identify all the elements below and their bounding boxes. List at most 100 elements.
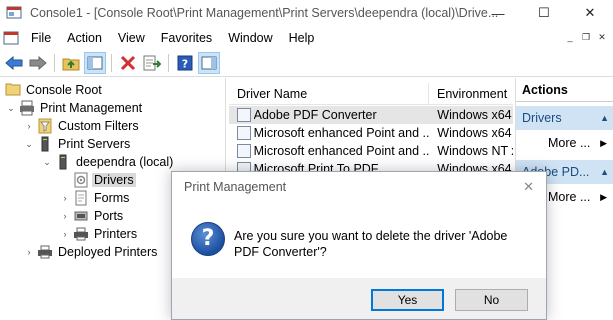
actions-group-drivers[interactable]: Drivers ▲ bbox=[516, 106, 613, 130]
yes-button[interactable]: Yes bbox=[371, 289, 444, 311]
server-icon bbox=[55, 154, 71, 170]
environment-cell: Windows x64 bbox=[437, 108, 512, 122]
tree-node-label: Print Management bbox=[40, 101, 143, 115]
ports-icon bbox=[73, 208, 89, 224]
chevron-right-icon[interactable]: › bbox=[60, 229, 70, 239]
toolbar-separator bbox=[54, 54, 55, 72]
mmc-document-icon[interactable] bbox=[3, 31, 19, 45]
column-header-environment[interactable]: Environment bbox=[429, 83, 513, 104]
tree-node-printers[interactable]: › Printers bbox=[60, 225, 139, 243]
toolbar-separator bbox=[111, 54, 112, 72]
mdi-controls: _ ❐ ✕ bbox=[563, 30, 609, 44]
menu-action[interactable]: Action bbox=[59, 26, 110, 50]
table-row[interactable]: Adobe PDF Converter Windows x64 bbox=[229, 106, 513, 124]
printer-icon bbox=[73, 226, 89, 242]
tree-node-label: Deployed Printers bbox=[58, 245, 158, 259]
dialog-message: Are you sure you want to delete the driv… bbox=[234, 229, 508, 259]
tree-node-forms[interactable]: › Forms bbox=[60, 189, 131, 207]
delete-icon[interactable] bbox=[117, 52, 139, 74]
tree-node-drivers[interactable]: Drivers bbox=[70, 171, 136, 189]
tree-node-label: Forms bbox=[94, 191, 130, 205]
menu-help[interactable]: Help bbox=[281, 26, 323, 50]
delete-driver-dialog: Print Management ✕ ? Are you sure you wa… bbox=[171, 171, 547, 320]
forward-arrow-icon[interactable] bbox=[27, 52, 49, 74]
question-icon: ? bbox=[191, 222, 225, 256]
tree-node-print-management[interactable]: ⌄ Print Management bbox=[6, 99, 144, 117]
help-icon[interactable]: ? bbox=[174, 52, 196, 74]
environment-cell: Windows x64 bbox=[437, 126, 512, 140]
action-more-drivers[interactable]: More ... ▶ bbox=[516, 130, 613, 156]
tree-node-ports[interactable]: › Ports bbox=[60, 207, 125, 225]
dialog-footer: Yes No bbox=[172, 278, 546, 319]
back-arrow-icon[interactable] bbox=[3, 52, 25, 74]
tree-node-label: deependra (local) bbox=[76, 155, 174, 169]
mdi-minimize-button[interactable]: _ bbox=[563, 30, 577, 44]
dialog-title-bar: Print Management ✕ bbox=[172, 172, 546, 202]
action-label: More ... bbox=[548, 136, 591, 150]
tree-node-custom-filters[interactable]: › Custom Filters bbox=[24, 117, 141, 135]
mdi-close-button[interactable]: ✕ bbox=[595, 30, 609, 44]
tree-node-label: Drivers bbox=[92, 173, 136, 187]
chevron-right-icon[interactable]: › bbox=[60, 193, 70, 203]
show-hide-action-pane-icon[interactable] bbox=[198, 52, 220, 74]
tree-node-deependra-local[interactable]: ⌄ deependra (local) bbox=[42, 153, 175, 171]
dialog-close-button[interactable]: ✕ bbox=[523, 172, 534, 202]
driver-icon bbox=[237, 108, 251, 122]
title-bar: Console1 - [Console Root\Print Managemen… bbox=[0, 0, 613, 26]
column-header-driver-name[interactable]: Driver Name bbox=[229, 83, 429, 104]
actions-title: Actions bbox=[516, 78, 613, 102]
driver-name-cell: Adobe PDF Converter bbox=[253, 108, 377, 122]
actions-group-label: Drivers bbox=[522, 111, 562, 125]
menu-window[interactable]: Window bbox=[220, 26, 280, 50]
menu-view[interactable]: View bbox=[110, 26, 153, 50]
server-icon bbox=[37, 136, 53, 152]
export-list-icon[interactable] bbox=[141, 52, 163, 74]
driver-icon bbox=[237, 144, 251, 158]
toolbar: ? bbox=[0, 50, 613, 77]
tree-node-print-servers[interactable]: ⌄ Print Servers bbox=[24, 135, 132, 153]
driver-icon bbox=[237, 126, 251, 140]
dialog-body: ? Are you sure you want to delete the dr… bbox=[172, 202, 546, 279]
menu-bar: File Action View Favorites Window Help _… bbox=[0, 26, 613, 50]
tree-node-label: Ports bbox=[94, 209, 124, 223]
chevron-down-icon[interactable]: ⌄ bbox=[24, 139, 34, 150]
filter-icon bbox=[37, 118, 53, 134]
maximize-button[interactable]: ☐ bbox=[521, 0, 567, 26]
list-header: Driver Name Environment bbox=[229, 83, 513, 105]
chevron-down-icon[interactable]: ⌄ bbox=[6, 103, 16, 114]
table-row[interactable]: Microsoft enhanced Point and ... Windows… bbox=[229, 142, 513, 160]
tree-node-deployed-printers[interactable]: › Deployed Printers bbox=[24, 243, 159, 261]
show-hide-tree-icon[interactable] bbox=[84, 52, 106, 74]
chevron-down-icon[interactable]: ⌄ bbox=[42, 157, 52, 168]
environment-cell: Windows NT x86 bbox=[437, 144, 513, 158]
forms-icon bbox=[73, 190, 89, 206]
tree-node-label: Printers bbox=[94, 227, 138, 241]
dialog-title: Print Management bbox=[184, 180, 287, 194]
chevron-right-icon[interactable]: › bbox=[60, 211, 70, 221]
chevron-right-icon[interactable]: › bbox=[24, 247, 34, 257]
chevron-right-icon[interactable]: › bbox=[24, 121, 34, 131]
tree-node-console-root[interactable]: Console Root bbox=[2, 81, 104, 99]
action-label: More ... bbox=[548, 190, 591, 204]
collapse-up-icon[interactable]: ▲ bbox=[600, 106, 609, 130]
mdi-restore-button[interactable]: ❐ bbox=[579, 30, 593, 44]
collapse-up-icon[interactable]: ▲ bbox=[600, 160, 609, 184]
no-button[interactable]: No bbox=[455, 289, 528, 311]
minimize-button[interactable]: — bbox=[475, 0, 521, 26]
window-title: Console1 - [Console Root\Print Managemen… bbox=[30, 6, 499, 20]
toolbar-separator bbox=[168, 54, 169, 72]
menu-favorites[interactable]: Favorites bbox=[153, 26, 220, 50]
submenu-arrow-icon: ▶ bbox=[600, 192, 607, 202]
menu-file[interactable]: File bbox=[23, 26, 59, 50]
printer-icon bbox=[37, 244, 53, 260]
tree-node-label: Console Root bbox=[26, 83, 102, 97]
svg-text:?: ? bbox=[182, 58, 188, 71]
table-row[interactable]: Microsoft enhanced Point and ... Windows… bbox=[229, 124, 513, 142]
close-button[interactable]: ✕ bbox=[567, 0, 613, 26]
printer-management-icon bbox=[19, 100, 35, 116]
mmc-app-icon bbox=[6, 5, 22, 21]
up-folder-icon[interactable] bbox=[60, 52, 82, 74]
folder-icon bbox=[5, 82, 21, 98]
tree-node-label: Print Servers bbox=[58, 137, 131, 151]
submenu-arrow-icon: ▶ bbox=[600, 138, 607, 148]
